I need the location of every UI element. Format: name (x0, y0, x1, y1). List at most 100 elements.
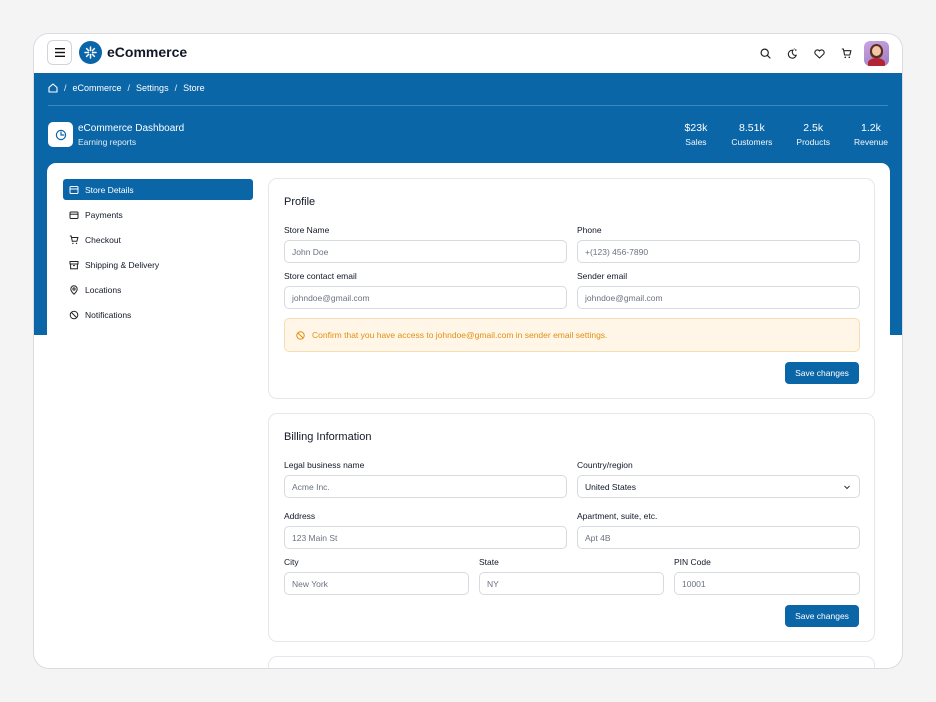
country-field: Country/region United States (577, 460, 860, 498)
sidebar-item-label: Locations (85, 284, 122, 295)
field-label: Phone (577, 225, 602, 235)
search-button[interactable] (752, 40, 779, 67)
map-pin-icon (70, 284, 78, 295)
save-billing-button[interactable]: Save changes (785, 605, 859, 627)
pie-chart-icon (55, 129, 66, 140)
address-field: Address 123 Main St (284, 511, 567, 549)
apartment-input[interactable]: Apt 4B (577, 526, 860, 549)
bell-icon (69, 310, 79, 319)
stat-label: Sales (685, 137, 707, 147)
sender-email-alert: Confirm that you have access to johndoe@… (284, 318, 860, 352)
state-input[interactable]: NY (479, 572, 664, 595)
sidebar-item-label: Store Details (85, 184, 134, 195)
sidebar-item-notifications[interactable]: Notifications (63, 304, 253, 325)
sidebar-item-label: Checkout (85, 234, 121, 245)
sidebar-item-label: Payments (85, 209, 123, 220)
pin-code-input[interactable]: 10001 (674, 572, 860, 595)
billing-card: Billing Information Legal business name … (268, 413, 875, 642)
settings-sidebar: Store Details Payments Checkout Shipping… (63, 179, 253, 329)
apartment-field: Apartment, suite, etc. Apt 4B (577, 511, 860, 549)
pin-code-field: PIN Code 10001 (674, 557, 860, 595)
sidebar-item-store-details[interactable]: Store Details (63, 179, 253, 200)
store-icon (69, 185, 79, 194)
theme-toggle-button[interactable] (779, 40, 806, 67)
cart-button[interactable] (833, 40, 860, 67)
cart-icon (69, 235, 79, 244)
sidebar-item-checkout[interactable]: Checkout (63, 229, 253, 250)
sender-email-field: Sender email johndoe@gmail.com (577, 271, 860, 309)
profile-title: Profile (284, 196, 316, 208)
stat-revenue: 1.2k Revenue (854, 122, 888, 147)
store-name-field: Store Name John Doe (284, 225, 567, 263)
field-label: PIN Code (674, 557, 711, 567)
sender-email-input[interactable]: johndoe@gmail.com (577, 286, 860, 309)
moon-stars-icon (787, 48, 797, 59)
sidebar-item-locations[interactable]: Locations (63, 279, 253, 300)
breadcrumb-item-ecommerce[interactable]: eCommerce (73, 83, 122, 93)
breadcrumb-item-settings[interactable]: Settings (136, 83, 169, 93)
search-icon (760, 48, 771, 59)
heart-icon (814, 48, 825, 59)
city-field: City New York (284, 557, 469, 595)
breadcrumb: / eCommerce / Settings / Store (48, 83, 205, 93)
stat-value: 8.51k (739, 122, 765, 134)
phone-input[interactable]: +(123) 456-7890 (577, 240, 860, 263)
top-navbar: eCommerce (34, 34, 902, 73)
hamburger-icon (54, 48, 65, 57)
app-logo[interactable] (79, 41, 102, 64)
breadcrumb-item-store: Store (183, 83, 205, 93)
asterisk-logo-icon (84, 46, 97, 59)
contact-email-input[interactable]: johndoe@gmail.com (284, 286, 567, 309)
sidebar-item-shipping-delivery[interactable]: Shipping & Delivery (63, 254, 253, 275)
package-icon (69, 260, 79, 269)
state-field: State NY (479, 557, 664, 595)
contact-email-field: Store contact email johndoe@gmail.com (284, 271, 567, 309)
breadcrumb-separator: / (174, 83, 178, 93)
city-input[interactable]: New York (284, 572, 469, 595)
field-label: Country/region (577, 460, 633, 470)
field-label: Store contact email (284, 271, 357, 281)
phone-field: Phone +(123) 456-7890 (577, 225, 860, 263)
field-label: Sender email (577, 271, 628, 281)
field-label: Legal business name (284, 460, 365, 470)
cart-icon (841, 48, 852, 59)
stat-label: Products (796, 137, 830, 147)
stat-label: Customers (731, 137, 773, 147)
user-avatar[interactable] (864, 41, 889, 66)
home-icon[interactable] (48, 83, 58, 93)
sidebar-item-label: Notifications (85, 309, 132, 320)
wishlist-button[interactable] (806, 40, 833, 67)
stat-value: 1.2k (861, 122, 881, 134)
stat-sales: $23k Sales (685, 122, 708, 147)
header-divider (48, 105, 888, 106)
country-select[interactable]: United States (577, 475, 860, 498)
field-label: Store Name (284, 225, 330, 235)
navbar-actions (752, 40, 889, 67)
settings-panel: Store Details Payments Checkout Shipping… (47, 163, 890, 668)
credit-card-icon (69, 211, 79, 219)
stat-value: $23k (684, 122, 708, 134)
menu-button[interactable] (47, 40, 72, 65)
chevron-down-icon (844, 485, 850, 490)
profile-card: Profile Store Name John Doe Phone +(123)… (268, 178, 875, 399)
next-settings-card (268, 656, 875, 668)
store-name-input[interactable]: John Doe (284, 240, 567, 263)
dashboard-icon-box (48, 122, 73, 147)
alert-text: Confirm that you have access to johndoe@… (312, 330, 608, 340)
business-name-field: Legal business name Acme Inc. (284, 460, 567, 498)
save-profile-button[interactable]: Save changes (785, 362, 859, 384)
stat-products: 2.5k Products (796, 122, 830, 147)
field-label: Apartment, suite, etc. (577, 511, 658, 521)
app-title: eCommerce (107, 44, 188, 60)
business-name-input[interactable]: Acme Inc. (284, 475, 567, 498)
stat-customers: 8.51k Customers (731, 122, 772, 147)
sidebar-item-label: Shipping & Delivery (85, 259, 160, 270)
address-input[interactable]: 123 Main St (284, 526, 567, 549)
field-label: City (284, 557, 299, 567)
stat-label: Revenue (853, 137, 888, 147)
breadcrumb-separator: / (64, 83, 67, 93)
alert-icon (296, 330, 305, 340)
sidebar-item-payments[interactable]: Payments (63, 204, 253, 225)
country-value: United States (585, 481, 637, 492)
field-label: Address (284, 511, 316, 521)
